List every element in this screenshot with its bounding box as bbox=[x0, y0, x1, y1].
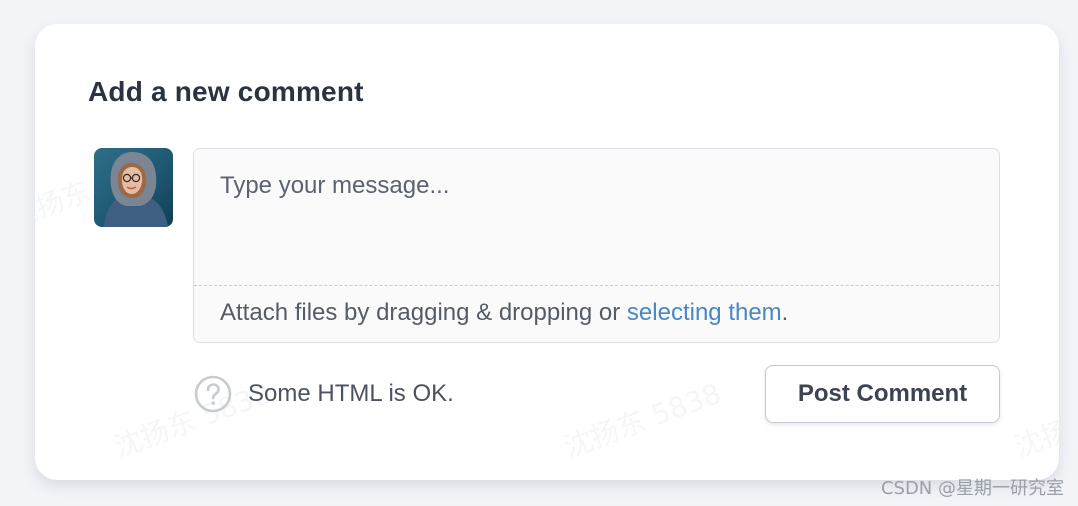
csdn-credit: CSDN @星期一研究室 bbox=[880, 478, 1064, 499]
question-circle-icon[interactable] bbox=[194, 375, 232, 413]
comment-card: 沈扬东 5838 沈扬东 5838 沈扬东 5838 沈扬东 5838 沈扬东 … bbox=[35, 24, 1059, 480]
avatar-image bbox=[94, 148, 173, 227]
watermark: 沈扬东 5838 bbox=[559, 376, 726, 464]
html-help-text: Some HTML is OK. bbox=[248, 380, 454, 407]
html-help: Some HTML is OK. bbox=[194, 375, 454, 413]
watermark: 沈扬东 5838 bbox=[1009, 377, 1059, 464]
avatar bbox=[94, 148, 173, 227]
attach-files-dropzone[interactable]: Attach files by dragging & dropping or s… bbox=[220, 299, 788, 327]
attach-suffix: . bbox=[781, 299, 789, 326]
message-input[interactable] bbox=[194, 149, 999, 285]
attach-divider bbox=[194, 285, 999, 286]
post-comment-button[interactable]: Post Comment bbox=[765, 365, 1000, 423]
attach-instructions: Attach files by dragging & dropping or bbox=[220, 299, 627, 326]
page-title: Add a new comment bbox=[88, 76, 364, 107]
select-files-link[interactable]: selecting them bbox=[627, 299, 782, 326]
comment-box: Attach files by dragging & dropping or s… bbox=[193, 148, 1000, 343]
